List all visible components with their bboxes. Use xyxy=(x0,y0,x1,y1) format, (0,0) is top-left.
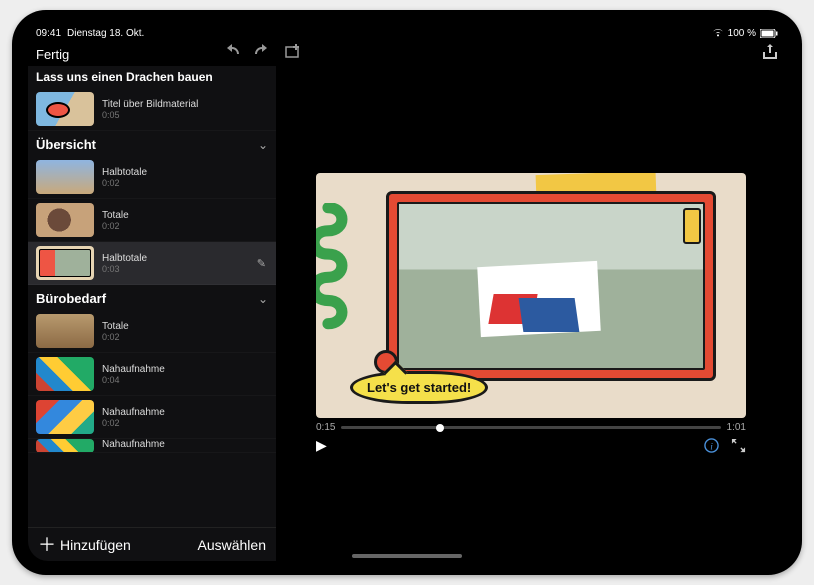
clip-row[interactable]: Nahaufnahme 0:04 xyxy=(28,353,276,396)
info-icon[interactable]: i xyxy=(704,438,719,453)
toolbar: Fertig xyxy=(28,42,786,66)
section-header-overview[interactable]: Übersicht ⌄ xyxy=(28,131,276,156)
clip-row[interactable]: Totale 0:02 xyxy=(28,310,276,353)
clip-row[interactable]: Totale 0:02 xyxy=(28,199,276,242)
status-time: 09:41 xyxy=(36,28,61,39)
fullscreen-icon[interactable] xyxy=(731,438,746,453)
desk-scene xyxy=(397,202,705,370)
pencil-icon[interactable]: ✎ xyxy=(257,257,266,270)
chevron-down-icon: ⌄ xyxy=(258,138,268,152)
clip-duration: 0:02 xyxy=(102,221,129,231)
clip-thumbnail xyxy=(36,92,94,126)
plus-icon: ＋ xyxy=(38,538,56,552)
status-date: Dienstag 18. Okt. xyxy=(67,28,144,39)
chevron-down-icon: ⌄ xyxy=(258,292,268,306)
project-title: Lass uns einen Drachen bauen xyxy=(28,66,276,88)
preview-pane: Let's get started! 0:15 1:01 ▶ i xyxy=(276,66,786,561)
clip-label: Nahaufnahme xyxy=(102,439,165,450)
section-title: Bürobedarf xyxy=(36,291,106,306)
section-header-supplies[interactable]: Bürobedarf ⌄ xyxy=(28,285,276,310)
wifi-icon xyxy=(712,28,724,38)
media-add-icon[interactable] xyxy=(284,44,300,60)
clip-duration: 0:02 xyxy=(102,332,129,342)
speech-bubble: Let's get started! xyxy=(350,371,488,404)
screen: 09:41 Dienstag 18. Okt. 100 % Fertig xyxy=(28,24,786,561)
clip-label: Totale xyxy=(102,210,129,221)
battery-icon xyxy=(760,29,778,38)
play-button[interactable]: ▶ xyxy=(316,437,327,454)
done-button[interactable]: Fertig xyxy=(36,47,69,62)
time-total: 1:01 xyxy=(727,422,746,433)
clip-label: Halbtotale xyxy=(102,253,147,264)
clip-thumbnail xyxy=(36,203,94,237)
clip-label: Nahaufnahme xyxy=(102,407,165,418)
clip-row-selected[interactable]: Halbtotale 0:03 ✎ xyxy=(28,242,276,285)
scrubber-track[interactable] xyxy=(341,426,720,429)
clip-duration: 0:04 xyxy=(102,375,165,385)
share-icon[interactable] xyxy=(762,44,778,60)
clip-label: Halbtotale xyxy=(102,167,147,178)
clip-row[interactable]: Halbtotale 0:02 xyxy=(28,156,276,199)
select-button[interactable]: Auswählen xyxy=(198,537,267,553)
clip-thumbnail xyxy=(36,439,94,453)
clip-duration: 0:02 xyxy=(102,178,147,188)
photo-frame xyxy=(386,191,716,381)
ipad-device-frame: 09:41 Dienstag 18. Okt. 100 % Fertig xyxy=(12,10,802,575)
section-title: Übersicht xyxy=(36,137,96,152)
clip-thumbnail xyxy=(36,160,94,194)
time-current: 0:15 xyxy=(316,422,335,433)
clip-list: Titel über Bildmaterial 0:05 Übersicht ⌄… xyxy=(28,88,276,527)
preview-canvas[interactable]: Let's get started! xyxy=(316,173,746,418)
clip-label: Nahaufnahme xyxy=(102,364,165,375)
title-clip-row[interactable]: Titel über Bildmaterial 0:05 xyxy=(28,88,276,131)
playhead[interactable] xyxy=(436,424,444,432)
blue-shape xyxy=(519,298,580,332)
clip-duration: 0:03 xyxy=(102,264,147,274)
clip-thumbnail xyxy=(36,246,94,280)
clip-label: Titel über Bildmaterial xyxy=(102,99,198,110)
sidebar: Lass uns einen Drachen bauen Titel über … xyxy=(28,66,276,561)
sidebar-footer: ＋ Hinzufügen Auswählen xyxy=(28,527,276,561)
battery-text: 100 % xyxy=(728,28,756,39)
add-button[interactable]: ＋ Hinzufügen xyxy=(38,537,131,553)
squiggle-graphic xyxy=(316,203,358,333)
clip-row[interactable]: Nahaufnahme xyxy=(28,439,276,453)
clip-duration: 0:02 xyxy=(102,418,165,428)
redo-icon[interactable] xyxy=(254,44,270,60)
status-bar: 09:41 Dienstag 18. Okt. 100 % xyxy=(28,24,786,42)
clip-row[interactable]: Nahaufnahme 0:02 xyxy=(28,396,276,439)
undo-icon[interactable] xyxy=(224,44,240,60)
home-indicator[interactable] xyxy=(352,554,462,558)
clip-thumbnail xyxy=(36,400,94,434)
clip-duration: 0:05 xyxy=(102,110,198,120)
clip-label: Totale xyxy=(102,321,129,332)
svg-text:i: i xyxy=(710,442,713,452)
playback-controls: 0:15 1:01 ▶ i xyxy=(316,422,746,454)
clip-thumbnail xyxy=(36,314,94,348)
clip-thumbnail xyxy=(36,357,94,391)
tape-roll-graphic xyxy=(683,208,701,244)
add-label: Hinzufügen xyxy=(60,537,131,553)
